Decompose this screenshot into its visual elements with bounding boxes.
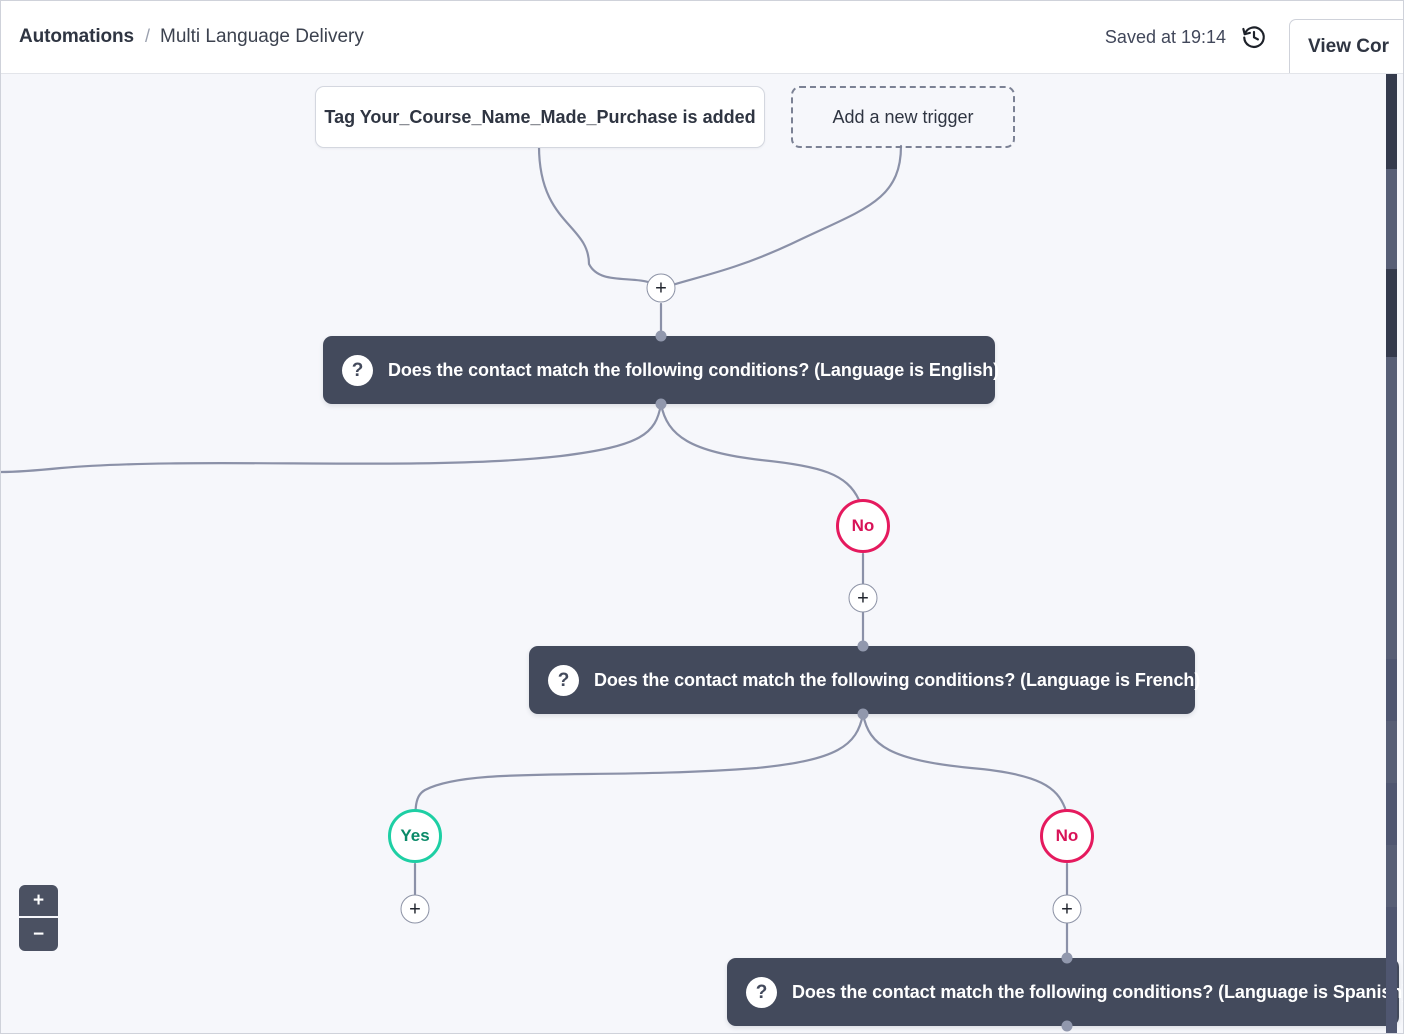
zoom-in-button[interactable]: +: [19, 885, 58, 918]
breadcrumb: Automations / Multi Language Delivery: [19, 26, 364, 48]
trigger-node-tag-added[interactable]: Tag Your_Course_Name_Made_Purchase is ad…: [315, 86, 765, 148]
branch-badge-no-french[interactable]: No: [1040, 809, 1094, 863]
breadcrumb-current-page: Multi Language Delivery: [160, 26, 364, 47]
scroll-strip-segment: [1386, 721, 1397, 783]
condition-label: Does the contact match the following con…: [388, 359, 1000, 380]
add-step-after-triggers[interactable]: +: [646, 273, 676, 303]
automation-builder-window: Automations / Multi Language Delivery Sa…: [0, 0, 1404, 1034]
history-clock-icon[interactable]: [1241, 24, 1267, 50]
question-mark-icon: ?: [548, 664, 579, 696]
scroll-strip-segment: [1386, 783, 1397, 845]
condition-label: Does the contact match the following con…: [594, 669, 1201, 690]
zoom-out-button[interactable]: −: [19, 918, 58, 951]
scroll-strip-segment: [1386, 74, 1397, 169]
scroll-strip-segment: [1386, 269, 1397, 357]
question-mark-icon: ?: [342, 354, 373, 386]
branch-badge-yes-french[interactable]: Yes: [388, 809, 442, 863]
breadcrumb-separator: /: [145, 26, 151, 46]
add-step-french-yes[interactable]: +: [400, 894, 430, 924]
canvas-scroll-strip[interactable]: [1386, 74, 1397, 1033]
node-anchor-bottom: [857, 708, 869, 720]
condition-node-spanish[interactable]: ? Does the contact match the following c…: [727, 952, 1403, 1032]
node-anchor-bottom: [1061, 1020, 1073, 1032]
add-step-english-no[interactable]: +: [848, 583, 878, 613]
branch-badge-no-english[interactable]: No: [836, 499, 890, 553]
add-step-french-no[interactable]: +: [1052, 894, 1082, 924]
top-bar: Automations / Multi Language Delivery Sa…: [1, 1, 1403, 74]
condition-node-french[interactable]: ? Does the contact match the following c…: [529, 640, 1200, 720]
scroll-strip-segment: [1386, 659, 1397, 721]
view-contacts-button[interactable]: View Cor: [1289, 19, 1403, 73]
node-anchor-bottom: [655, 398, 667, 410]
scroll-strip-segment: [1386, 169, 1397, 269]
condition-label: Does the contact match the following con…: [792, 981, 1404, 1002]
top-bar-right-group: Saved at 19:14 View Cor: [1104, 1, 1403, 73]
condition-node-english[interactable]: ? Does the contact match the following c…: [323, 330, 999, 410]
connector-edges: [1, 144, 1069, 960]
scroll-strip-segment: [1386, 357, 1397, 659]
scroll-strip-segment: [1386, 845, 1397, 907]
node-anchor-top: [857, 640, 869, 652]
scroll-strip-segment: [1386, 907, 1397, 1033]
automation-canvas[interactable]: Tag Your_Course_Name_Made_Purchase is ad…: [1, 74, 1403, 1033]
add-new-trigger-node[interactable]: Add a new trigger: [791, 86, 1015, 148]
node-anchor-top: [655, 330, 667, 342]
question-mark-icon: ?: [746, 976, 777, 1008]
saved-status: Saved at 19:14: [1104, 26, 1227, 47]
node-anchor-top: [1061, 952, 1073, 964]
zoom-controls[interactable]: + −: [19, 885, 58, 951]
breadcrumb-root-link[interactable]: Automations: [19, 26, 134, 48]
